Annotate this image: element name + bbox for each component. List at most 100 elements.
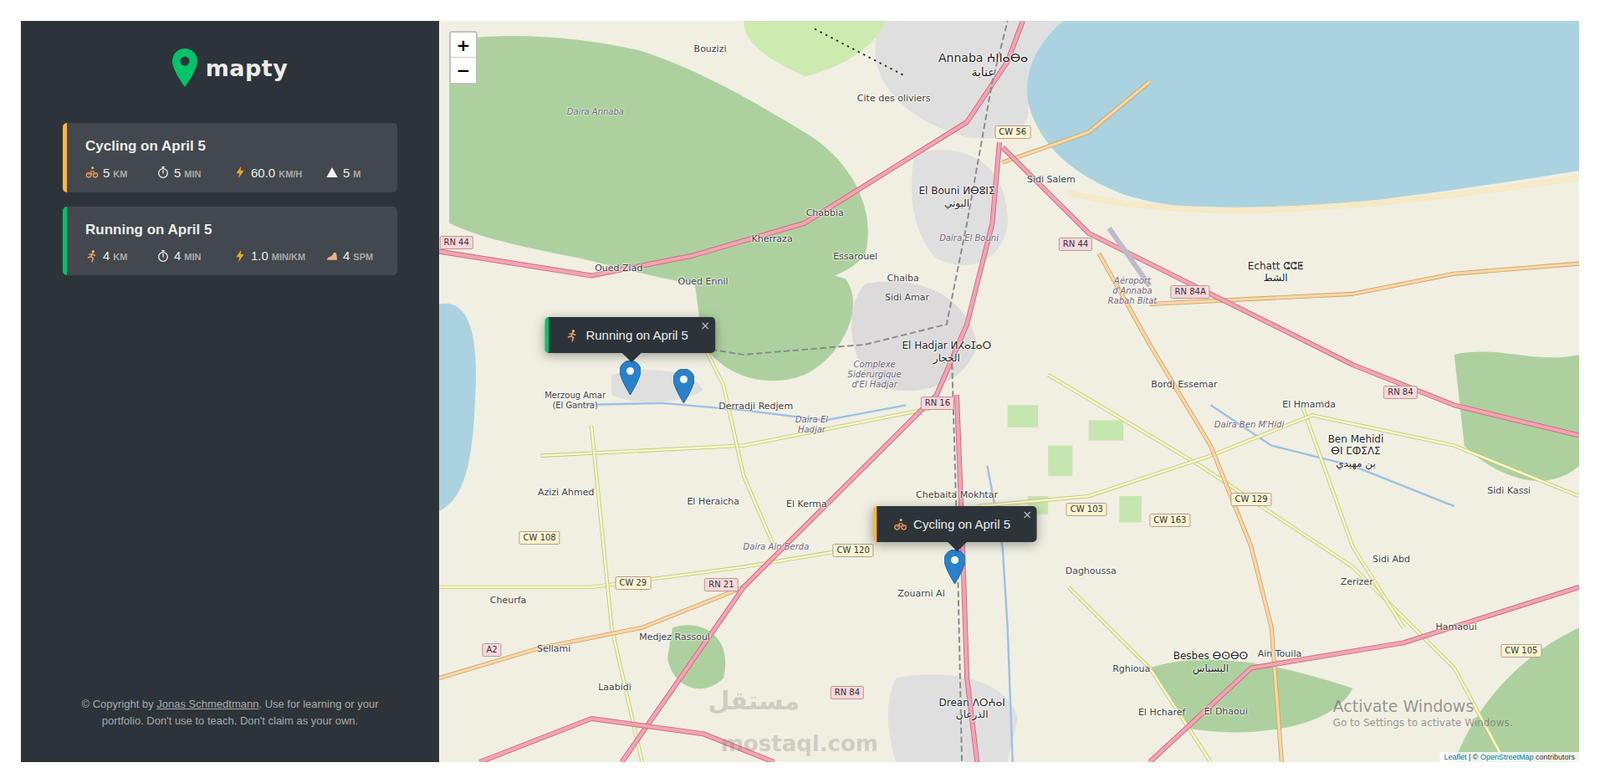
foot-icon — [325, 249, 339, 263]
map-marker-icon[interactable] — [619, 360, 641, 395]
road-badge: CW 105 — [1500, 644, 1542, 658]
area-label: Daira Ben M'Hidi — [1207, 419, 1292, 430]
map-marker-icon[interactable] — [944, 549, 966, 584]
stat-unit: MIN — [184, 251, 201, 262]
place-label: Essarouel — [833, 250, 878, 262]
place-label: Zouarni Al — [897, 588, 945, 600]
place-label: Echatt ⵛⵛⵟالشط — [1247, 259, 1304, 284]
place-label: Sidi Amar — [884, 292, 930, 304]
map-marker-icon[interactable] — [673, 368, 695, 404]
author-link[interactable]: Jonas Schmedtmann — [156, 697, 259, 711]
copyright: © Copyright by Jonas Schmedtmann. Use fo… — [62, 695, 398, 729]
logo-pin-icon — [172, 48, 198, 87]
place-label: Cite des oliviers — [857, 92, 931, 104]
map-attribution: Leaflet | © OpenStreetMap contributors — [1439, 751, 1580, 762]
place-label: Zerizer — [1340, 576, 1374, 588]
road-badge: RN 44 — [439, 235, 473, 250]
place-label: Sidi Kassi — [1487, 485, 1531, 496]
workout-card[interactable]: Running on April 54KM4MIN1.0MIN/KM4SPM — [62, 206, 398, 277]
cyclist-icon — [893, 517, 907, 532]
place-label: Ain Touila — [1257, 648, 1302, 660]
road-badge: RN 84 — [830, 685, 864, 700]
stat-value: 4 — [173, 248, 181, 263]
popup-close-button[interactable]: × — [1022, 508, 1033, 521]
workout-stat: 5MIN — [156, 165, 221, 180]
zoom-control: +− — [449, 30, 478, 85]
stat-unit: MIN — [184, 168, 201, 179]
stat-value: 5 — [342, 165, 350, 180]
workout-title: Running on April 5 — [85, 219, 381, 241]
workout-card[interactable]: Cycling on April 55KM5MIN60.0KM/H5M — [62, 122, 398, 193]
place-label: Hamaoui — [1436, 622, 1478, 634]
workout-stat: 4KM — [85, 248, 144, 263]
map[interactable]: Daira AnnabaDaira El BouniComplexe Sidér… — [439, 20, 1580, 762]
place-label: Annaba ⵄⵏⵏⴰⴱⴰعنابة — [938, 51, 1028, 80]
place-label: El Hadjar ⵍⵃⴰⵊⴰⵔالحجار — [901, 339, 992, 364]
stat-value: 1.0 — [250, 248, 269, 263]
place-label: Oued Ziad — [594, 263, 643, 275]
stat-icon-box — [233, 249, 247, 263]
lightning-icon — [233, 249, 247, 263]
activation-title: Activate Windows — [1333, 696, 1514, 716]
place-label: Medjez Rassoul — [638, 632, 711, 644]
workout-popup: Cycling on April 5 × — [872, 506, 1038, 542]
leaflet-link[interactable]: Leaflet — [1443, 752, 1467, 762]
road-badge: CW 108 — [519, 531, 561, 545]
zoom-in-button[interactable]: + — [450, 32, 476, 58]
place-label: Chebaita Mokhtar — [915, 489, 998, 501]
logo: mapty — [62, 46, 398, 90]
road-badge: CW 120 — [833, 543, 875, 558]
workout-stat: 4MIN — [156, 248, 221, 263]
area-label: Daira Ain Berda — [734, 541, 818, 553]
place-label: Sidi Abd — [1372, 554, 1411, 566]
place-label: Derradji Redjem — [718, 400, 793, 412]
workout-stat: 1.0MIN/KM — [233, 248, 313, 263]
place-label: Ben Mehidiⴱⵏ ⵎⵀⵉⴷⵉبن مهيدي — [1328, 433, 1385, 470]
place-label: El Bouni ⵍⴱⵓⵏⵉالبوني — [918, 184, 995, 210]
place-label: Besbes ⴱⵙⴱⵙالبسباس — [1173, 649, 1249, 675]
place-label: Cheurfa — [490, 594, 527, 606]
road-badge: RN 44 — [1058, 237, 1093, 251]
stat-unit: KM — [112, 251, 128, 262]
popup-label: Cycling on April 5 — [913, 516, 1011, 532]
watermark: mostaql.com — [720, 730, 879, 757]
road-badge: CW 129 — [1230, 492, 1272, 507]
stat-icon-box — [85, 165, 99, 179]
stat-unit: M — [352, 168, 361, 179]
popup-tip — [622, 343, 642, 363]
place-label: El Kerma — [786, 498, 828, 510]
app-page: maptyCycling on April 55KM5MIN60.0KM/H5M… — [0, 0, 1600, 783]
activation-notice: Activate WindowsGo to Settings to activa… — [1333, 696, 1514, 729]
zoom-out-button[interactable]: − — [450, 57, 476, 83]
road-badge: CW 29 — [614, 576, 651, 590]
place-label: Drean ⴷⵔⵄⴰⵏالذرعان — [939, 696, 1006, 721]
stat-icon-box — [156, 249, 170, 263]
popup-close-button[interactable]: × — [700, 319, 711, 332]
lightning-icon — [233, 165, 247, 179]
stat-icon-box — [85, 249, 99, 263]
place-label: Chaiba — [887, 273, 920, 285]
stat-icon-box — [233, 165, 247, 179]
place-label: Bouzizi — [694, 43, 727, 55]
area-label: Aéroport d'Annaba Rabah Bitat — [1099, 276, 1166, 307]
stopwatch-icon — [156, 165, 170, 179]
stat-icon-box — [156, 165, 170, 179]
logo-text: mapty — [205, 55, 289, 82]
osm-link[interactable]: OpenStreetMap — [1480, 752, 1534, 762]
place-label: Oued Ennil — [678, 276, 729, 287]
workout-stat: 5M — [325, 165, 381, 180]
place-label: Chabbia — [806, 207, 844, 219]
stat-value: 5 — [102, 165, 110, 180]
place-label: Kherraza — [751, 233, 793, 245]
stat-icon-box — [325, 165, 339, 179]
place-label: Azizi Ahmed — [537, 487, 595, 499]
road-badge: CW 163 — [1149, 513, 1191, 527]
mountain-icon — [325, 165, 339, 179]
area-label: Daira El Hadjar — [782, 414, 841, 435]
road-badge: RN 21 — [704, 577, 738, 592]
road-badge: A2 — [482, 643, 502, 657]
workout-stat: 60.0KM/H — [233, 165, 313, 180]
workout-stat: 5KM — [85, 165, 144, 180]
watermark: مستقل — [707, 685, 800, 716]
area-label: Daira Annaba — [557, 107, 634, 118]
